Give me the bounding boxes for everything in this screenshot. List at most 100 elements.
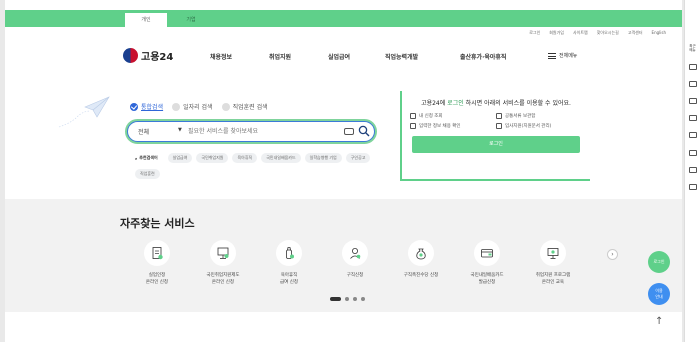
quick-icon[interactable] <box>689 98 697 104</box>
checklist-icon <box>410 123 416 129</box>
service-item[interactable]: 취업지원 프로그램 온라인 교육 <box>523 240 583 286</box>
right-quick-bar: 최근 메뉴 <box>684 0 700 342</box>
radio-icon <box>172 102 181 111</box>
login-link[interactable]: 로그인 <box>529 30 540 36</box>
paper-plane-icon <box>58 96 110 128</box>
carousel-pagination <box>330 297 365 301</box>
search-option-jobs[interactable]: 일자리 검색 <box>172 102 213 111</box>
benefit-item: 공통서류 보관함 <box>496 113 582 119</box>
all-menu-label: 전체메뉴 <box>559 53 578 59</box>
monitor-icon <box>547 248 559 259</box>
section-title: 자주찾는 서비스 <box>120 217 195 230</box>
quick-bar-label: 최근 메뉴 <box>689 44 696 52</box>
site-logo[interactable]: 고용24 <box>123 48 173 63</box>
utility-links: 로그인 회원가입 사이트맵 찾아오시는길 고객센터 English <box>529 30 666 36</box>
baby-bottle-icon <box>286 247 294 259</box>
search-category-select[interactable]: 전체 <box>138 127 149 136</box>
quick-icon[interactable] <box>689 81 697 87</box>
recommended-keywords: ⌕ 추천검색어 실업급여 국민취업지원 육아휴직 국민내일배움카드 일학습병행 … <box>135 153 375 179</box>
page-dot[interactable] <box>345 297 349 301</box>
nav-vocational-training[interactable]: 직업능력개발 <box>385 52 418 61</box>
person-icon <box>350 248 361 259</box>
service-item[interactable]: 구직촉진수당 신청 <box>391 240 451 279</box>
search-input[interactable] <box>188 126 338 137</box>
search-option-integrated[interactable]: 통합검색 <box>130 102 163 111</box>
service-item[interactable]: 국민취업지원제도 온라인 신청 <box>193 240 253 286</box>
check-circle-icon <box>130 102 138 111</box>
nav-employment-support[interactable]: 취업지원 <box>269 52 291 61</box>
login-panel: 고용24에 로그인 하시면 아래의 서비스를 이용할 수 있어요. 내 신청 조… <box>400 91 590 181</box>
service-icon-circle <box>144 240 170 266</box>
nav-unemployment-benefit[interactable]: 실업급여 <box>328 52 350 61</box>
login-panel-title: 고용24에 로그인 하시면 아래의 서비스를 이용할 수 있어요. <box>421 100 571 107</box>
service-icon-circle <box>342 240 368 266</box>
all-menu-button[interactable]: 전체메뉴 <box>548 52 577 59</box>
page-dot[interactable] <box>353 297 357 301</box>
main-window: 개인 기업 로그인 회원가입 사이트맵 찾아오시는길 고객센터 English … <box>5 0 682 342</box>
quick-icon[interactable] <box>689 167 697 173</box>
service-item[interactable]: 구직신청 <box>325 240 385 279</box>
search-icon[interactable] <box>358 125 370 137</box>
hamburger-icon <box>548 52 556 59</box>
benefit-item: 입력한 정보 채용 확인 <box>410 123 496 129</box>
scroll-top-icon[interactable]: ↑ <box>655 316 663 327</box>
presentation-board-icon <box>217 247 229 259</box>
frequent-services: 자주찾는 서비스 실업인정 온라인 신청 국민취업지원제도 온라인 신청 육아휴직 급… <box>5 199 682 312</box>
nav-jobs[interactable]: 채용정보 <box>210 52 232 61</box>
recommend-label: ⌕ 추천검색어 <box>135 155 158 161</box>
money-bag-icon <box>416 248 426 260</box>
keyword-chip[interactable]: 국민취업지원 <box>196 153 229 163</box>
tab-business[interactable]: 기업 <box>170 13 212 27</box>
quick-icon[interactable] <box>689 64 697 70</box>
keyword-chip[interactable]: 육아휴직 <box>232 153 258 163</box>
global-nav: 고용24 채용정보 취업지원 실업급여 직업능력개발 출산휴가·육아휴직 전체메… <box>5 45 682 67</box>
service-icon-circle <box>210 240 236 266</box>
taegeuk-logo-icon <box>123 48 138 63</box>
floating-login-button[interactable]: 로그인 <box>648 251 670 273</box>
logo-text: 고용24 <box>141 52 174 63</box>
sitemap-link[interactable]: 사이트맵 <box>573 30 588 36</box>
login-button[interactable]: 로그인 <box>412 136 580 153</box>
service-icon-circle <box>276 240 302 266</box>
quick-icon[interactable] <box>689 132 697 138</box>
service-icon-circle <box>408 240 434 266</box>
page-dot[interactable] <box>330 297 341 301</box>
folder-icon <box>496 113 502 119</box>
quick-icon[interactable] <box>689 115 697 121</box>
card-icon <box>481 249 493 258</box>
caret-down-icon[interactable]: ▼ <box>178 127 182 133</box>
document-check-icon <box>152 247 163 260</box>
service-item[interactable]: 실업인정 온라인 신청 <box>127 240 187 286</box>
top-tab-bar: 개인 기업 <box>5 10 682 27</box>
radio-icon <box>221 102 230 111</box>
benefit-item: 입사지원(지원문서 관리) <box>496 123 582 129</box>
keyword-chip[interactable]: 직업훈련 <box>135 169 160 179</box>
page-dot[interactable] <box>361 297 365 301</box>
service-item[interactable]: 국민내일배움카드 발급신청 <box>457 240 517 286</box>
keyword-chip[interactable]: 국민내일배움카드 <box>261 153 301 163</box>
directions-link[interactable]: 찾아오시는길 <box>597 30 619 36</box>
chevron-right-icon[interactable]: › <box>607 249 618 260</box>
keyboard-icon[interactable] <box>344 128 354 135</box>
keyword-chip[interactable]: 일학습병행 기업 <box>304 153 342 163</box>
quick-icon[interactable] <box>689 150 697 156</box>
search-option-training[interactable]: 직업훈련 검색 <box>221 102 268 111</box>
english-link[interactable]: English <box>652 30 666 36</box>
search-type-options: 통합검색 일자리 검색 직업훈련 검색 <box>130 102 268 111</box>
search-icon: ⌕ <box>135 155 138 161</box>
tab-personal[interactable]: 개인 <box>125 13 167 27</box>
benefit-item: 내 신청 조회 <box>410 113 496 119</box>
keyword-chip[interactable]: 구인공고 <box>345 153 371 163</box>
signup-link[interactable]: 회원가입 <box>549 30 564 36</box>
document-icon <box>410 113 416 119</box>
service-icon-circle <box>474 240 500 266</box>
nav-parental-leave[interactable]: 출산휴가·육아휴직 <box>460 52 506 61</box>
service-item[interactable]: 육아휴직 급여 신청 <box>259 240 319 286</box>
quick-icon[interactable] <box>689 184 697 190</box>
keyword-chip[interactable]: 실업급여 <box>167 153 193 163</box>
search-box: 전체 ▼ <box>125 119 377 144</box>
floating-guide-button[interactable]: 이용 안내 <box>648 283 670 305</box>
apply-icon <box>496 123 502 129</box>
customer-center-link[interactable]: 고객센터 <box>628 30 643 36</box>
login-benefits: 내 신청 조회 공통서류 보관함 입력한 정보 채용 확인 입사지원(지원문서 … <box>410 113 582 129</box>
